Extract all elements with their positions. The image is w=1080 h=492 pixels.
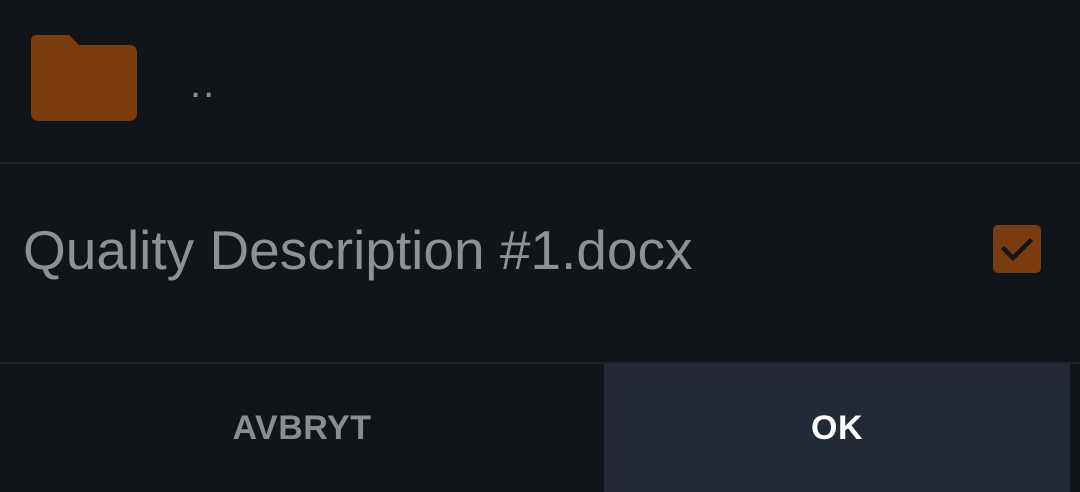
checkmark-icon [1000,237,1034,262]
folder-icon [31,35,137,121]
file-name-label: Quality Description #1.docx [23,219,693,281]
file-picker-dialog: .. Quality Description #1.docx AVBRYT OK [0,0,1080,492]
list-item-file[interactable]: Quality Description #1.docx [0,164,1080,364]
parent-folder-label: .. [190,62,217,106]
list-item-parent-folder[interactable]: .. [0,0,1080,164]
file-checkbox[interactable] [993,225,1041,273]
ok-button[interactable]: OK [604,364,1070,492]
cancel-button[interactable]: AVBRYT [0,364,604,492]
dialog-button-bar: AVBRYT OK [0,364,1080,492]
